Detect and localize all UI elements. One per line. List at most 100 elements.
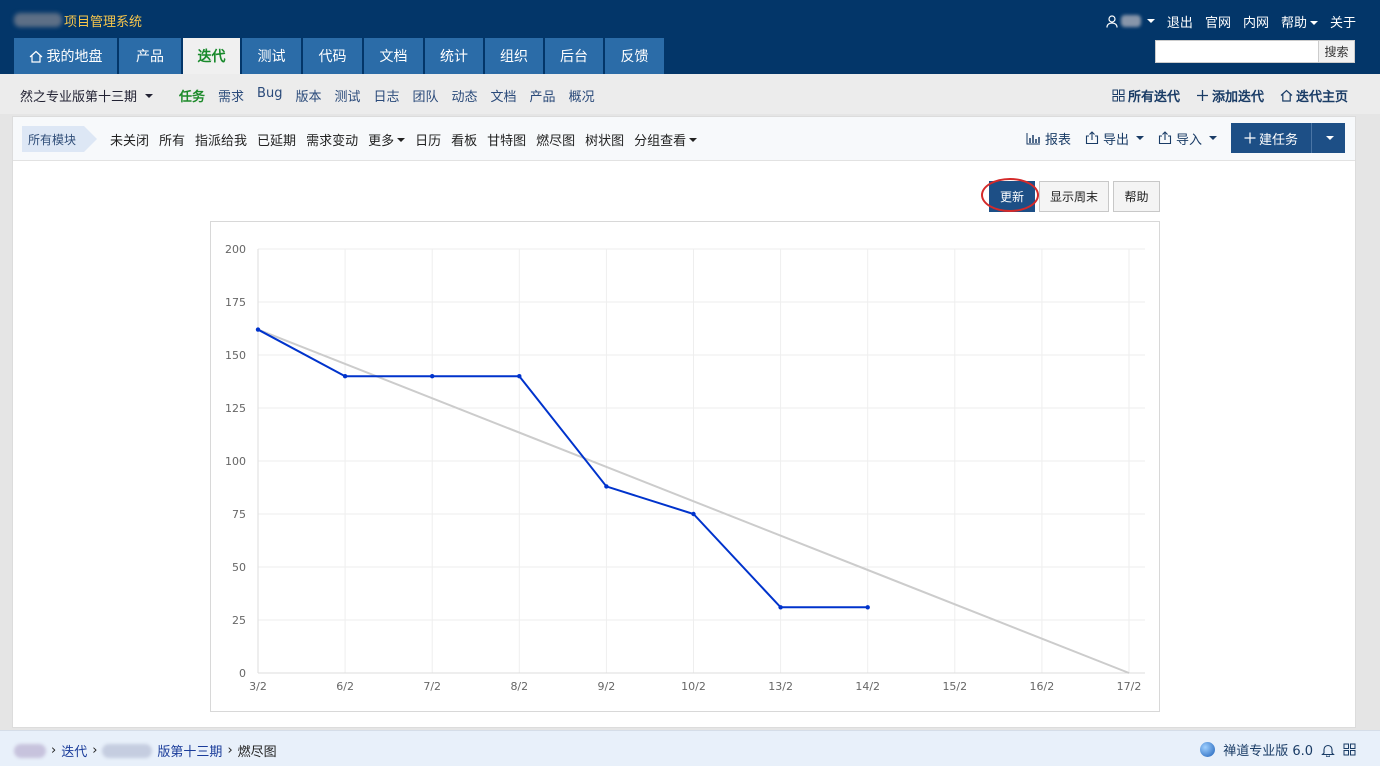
menu-test[interactable]: 测试 xyxy=(334,86,360,105)
tab-iteration[interactable]: 迭代 xyxy=(183,38,240,74)
username-blurred xyxy=(1120,15,1141,27)
x-tick-label: 3/2 xyxy=(249,680,267,693)
filter-assigned-to-me[interactable]: 指派给我 xyxy=(195,130,247,149)
menu-log[interactable]: 日志 xyxy=(373,86,399,105)
project-name: 然之专业版第十三期 xyxy=(20,90,138,105)
y-tick-label: 100 xyxy=(225,455,246,468)
chevron-down-icon xyxy=(689,137,698,142)
tab-organization[interactable]: 组织 xyxy=(485,38,543,74)
tab-feedback[interactable]: 反馈 xyxy=(605,38,664,74)
filter-story-changed[interactable]: 需求变动 xyxy=(306,130,358,149)
breadcrumb-project[interactable]: 版第十三期 xyxy=(157,741,222,760)
module-tree-toggle[interactable]: 所有模块 xyxy=(22,126,98,152)
new-task-dropdown[interactable] xyxy=(1311,123,1345,153)
filter-unclosed[interactable]: 未关闭 xyxy=(110,130,149,149)
report-button[interactable]: 报表 xyxy=(1026,129,1071,148)
view-calendar[interactable]: 日历 xyxy=(415,130,441,149)
version-label[interactable]: 禅道专业版 6.0 xyxy=(1223,740,1313,759)
breadcrumb-current: 燃尽图 xyxy=(237,745,277,760)
grid-icon[interactable] xyxy=(1343,743,1356,756)
tab-label: 代码 xyxy=(318,49,347,65)
show-weekend-button[interactable]: 显示周末 xyxy=(1039,181,1109,212)
y-tick-label: 75 xyxy=(232,508,246,521)
filter-delayed[interactable]: 已延期 xyxy=(257,130,296,149)
menu-task[interactable]: 任务 xyxy=(179,86,205,105)
grid-icon xyxy=(1112,89,1125,102)
chevron-down-icon xyxy=(397,137,406,142)
menu-story[interactable]: 需求 xyxy=(218,86,244,105)
tab-label: 反馈 xyxy=(620,49,649,65)
tab-label: 统计 xyxy=(440,49,468,65)
iteration-home-link[interactable]: 迭代主页 xyxy=(1280,86,1348,105)
project-switcher[interactable]: 然之专业版第十三期 xyxy=(20,86,154,105)
company-name-blurred xyxy=(14,743,46,758)
help-menu[interactable]: 帮助 xyxy=(1281,12,1318,31)
user-menu[interactable] xyxy=(1106,14,1155,28)
tab-admin[interactable]: 后台 xyxy=(545,38,603,74)
chevron-down-icon xyxy=(1209,136,1217,140)
y-tick-label: 25 xyxy=(232,614,246,627)
view-tree[interactable]: 树状图 xyxy=(585,130,624,149)
filter-more[interactable]: 更多 xyxy=(368,130,406,149)
tab-test[interactable]: 测试 xyxy=(242,38,301,74)
breadcrumb-separator: › xyxy=(227,743,233,758)
report-label: 报表 xyxy=(1044,132,1071,148)
company-name-blurred xyxy=(14,13,62,27)
tab-label: 迭代 xyxy=(197,49,226,65)
tab-statistics[interactable]: 统计 xyxy=(425,38,483,74)
tab-label: 测试 xyxy=(257,49,286,65)
tab-docs[interactable]: 文档 xyxy=(364,38,423,74)
x-tick-label: 14/2 xyxy=(855,680,880,693)
view-kanban[interactable]: 看板 xyxy=(451,130,477,149)
menu-dynamic[interactable]: 动态 xyxy=(452,86,478,105)
all-iterations-link[interactable]: 所有迭代 xyxy=(1112,86,1180,105)
export-button[interactable]: 导出 xyxy=(1085,129,1144,148)
filter-all[interactable]: 所有 xyxy=(159,130,185,149)
tab-my-space[interactable]: 我的地盘 xyxy=(14,38,117,74)
menu-build[interactable]: 版本 xyxy=(295,86,321,105)
x-tick-label: 13/2 xyxy=(768,680,793,693)
x-tick-label: 8/2 xyxy=(510,680,528,693)
logout-link[interactable]: 退出 xyxy=(1167,12,1193,31)
data-point xyxy=(778,605,783,610)
home-icon xyxy=(29,50,42,63)
app-logo[interactable]: 项目管理系统 xyxy=(14,10,142,30)
menu-doc[interactable]: 文档 xyxy=(491,86,517,105)
import-button[interactable]: 导入 xyxy=(1158,129,1217,148)
x-tick-label: 7/2 xyxy=(423,680,441,693)
breadcrumb-separator: › xyxy=(92,743,98,758)
data-point xyxy=(517,374,522,379)
iteration-home-label: 迭代主页 xyxy=(1295,90,1348,105)
group-view[interactable]: 分组查看 xyxy=(634,130,698,149)
iteration-menu: 任务 需求 Bug 版本 测试 日志 团队 动态 文档 产品 概况 xyxy=(179,86,595,105)
breadcrumb-iteration[interactable]: 迭代 xyxy=(61,741,87,760)
chevron-down-icon xyxy=(1135,136,1144,140)
view-gantt[interactable]: 甘特图 xyxy=(487,130,526,149)
x-tick-label: 17/2 xyxy=(1117,680,1142,693)
export-label: 导出 xyxy=(1102,132,1129,148)
search-input[interactable] xyxy=(1155,40,1319,63)
menu-overview[interactable]: 概况 xyxy=(569,86,595,105)
menu-bug[interactable]: Bug xyxy=(257,86,282,105)
update-button[interactable]: 更新 xyxy=(981,178,1039,212)
official-site-link[interactable]: 官网 xyxy=(1205,12,1231,31)
tab-code[interactable]: 代码 xyxy=(303,38,362,74)
tab-label: 后台 xyxy=(560,49,588,65)
about-link[interactable]: 关于 xyxy=(1330,12,1356,31)
tab-product[interactable]: 产品 xyxy=(119,38,181,74)
add-iteration-link[interactable]: 添加迭代 xyxy=(1196,86,1264,105)
intranet-link[interactable]: 内网 xyxy=(1243,12,1269,31)
menu-team[interactable]: 团队 xyxy=(413,86,439,105)
import-icon xyxy=(1158,131,1172,145)
y-tick-label: 125 xyxy=(225,402,246,415)
new-task-label: 建任务 xyxy=(1258,132,1298,148)
bell-icon[interactable] xyxy=(1321,743,1335,757)
menu-product[interactable]: 产品 xyxy=(530,86,556,105)
sub-nav: 然之专业版第十三期 任务 需求 Bug 版本 测试 日志 团队 动态 文档 产品… xyxy=(0,74,1380,114)
search-button[interactable]: 搜索 xyxy=(1319,40,1355,63)
new-task-button[interactable]: 建任务 xyxy=(1231,123,1311,153)
export-icon xyxy=(1085,131,1099,145)
top-nav: 退出 官网 内网 帮助 关于 xyxy=(1106,10,1356,32)
view-burndown[interactable]: 燃尽图 xyxy=(536,130,575,149)
help-button[interactable]: 帮助 xyxy=(1113,181,1160,212)
